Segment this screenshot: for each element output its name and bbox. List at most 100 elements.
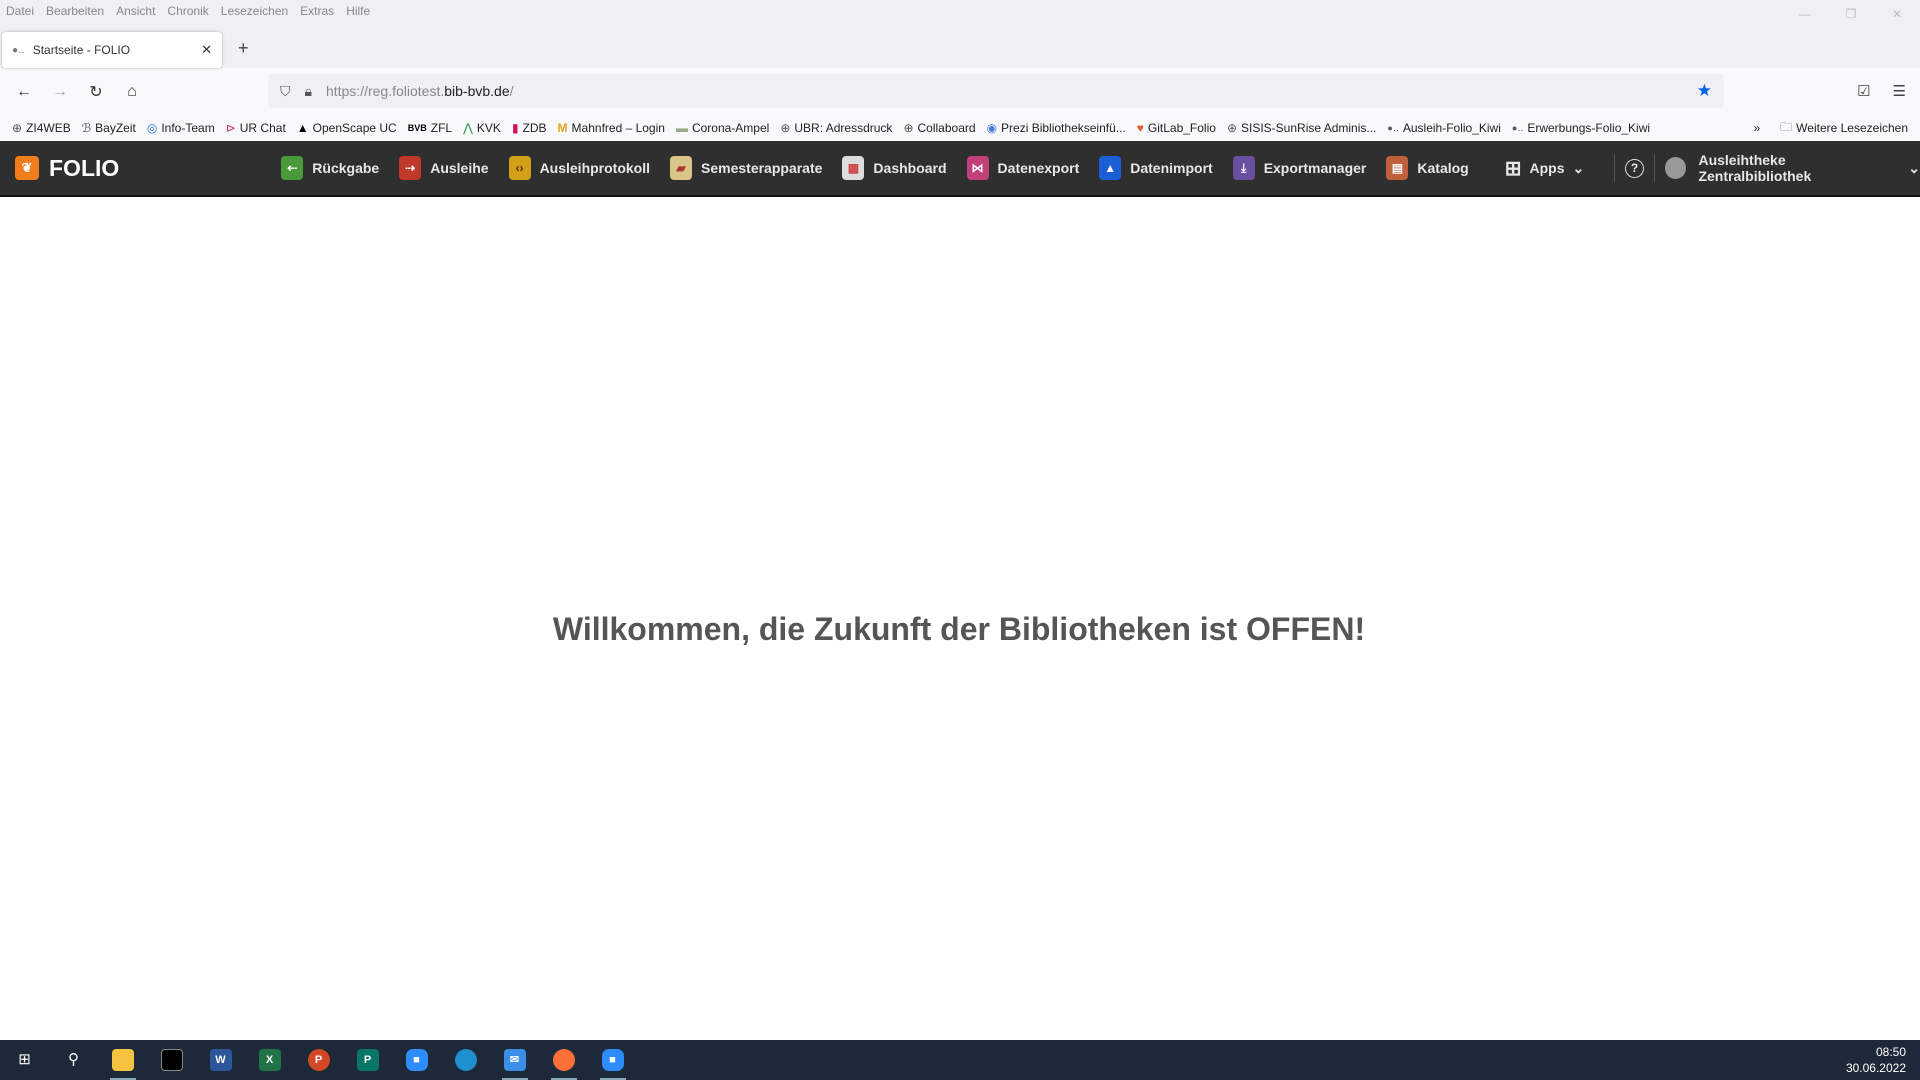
other-bookmarks-folder[interactable]: 🗀 Weitere Lesezeichen — [1780, 118, 1908, 139]
terminal-icon[interactable] — [147, 1040, 196, 1080]
bookmark-label: Corona-Ampel — [691, 121, 770, 135]
apps-menu-button[interactable]: ⊞ Apps ⌄ — [1505, 156, 1585, 181]
gitlab-icon: ♥ — [1136, 121, 1144, 135]
menu-ansicht[interactable]: Ansicht — [116, 4, 155, 18]
bookmark[interactable]: ♥ GitLab_Folio — [1137, 121, 1216, 135]
menu-datei[interactable]: Datei — [6, 4, 34, 18]
excel-icon[interactable]: X — [245, 1040, 294, 1080]
bookmark-label: OpenScape UC — [312, 121, 397, 135]
system-clock[interactable]: 08:50 30.06.2022 — [1846, 1044, 1906, 1076]
url-domain: bib-bvb.de — [444, 83, 510, 99]
tab-startseite[interactable]: ●‥ Startseite - FOLIO ✕ — [2, 32, 222, 68]
bookmark-label: BayZeit — [95, 121, 136, 135]
bookmark[interactable]: ▮ ZDB — [512, 121, 547, 135]
nav-label: Ausleihe — [430, 160, 489, 176]
main-content: Willkommen, die Zukunft der Bibliotheken… — [0, 199, 1920, 1040]
bookmark[interactable]: ⊕ ZI4WEB — [12, 121, 71, 135]
search-icon[interactable]: ⚲ — [49, 1040, 98, 1080]
firefox-icon[interactable] — [539, 1040, 588, 1080]
nav-label: Rückgabe — [312, 160, 380, 176]
mail-icon[interactable]: ✉ — [490, 1040, 539, 1080]
shield-icon[interactable]: ⛉ — [280, 83, 291, 100]
powerpoint-icon[interactable]: P — [294, 1040, 343, 1080]
bookmark[interactable]: ⊳ UR Chat — [226, 121, 286, 135]
folio-logo[interactable]: ❦ FOLIO — [15, 155, 119, 182]
bookmark[interactable]: ●‥ Erwerbungs-Folio_Kiwi — [1512, 121, 1650, 135]
bookmark[interactable]: ⊕ Collaboard — [903, 121, 975, 135]
bookmark[interactable]: ▬ Corona-Ampel — [676, 121, 769, 135]
bookmark-star-icon[interactable]: ★ — [1697, 81, 1712, 101]
nav-ausleihprotokoll[interactable]: ‹› Ausleihprotokoll — [508, 156, 650, 180]
zoom-icon[interactable]: ■ — [588, 1040, 637, 1080]
close-tab-icon[interactable]: ✕ — [201, 42, 212, 58]
hamburger-menu-icon[interactable]: ☰ — [1893, 82, 1906, 100]
bookmark[interactable]: BVB ZFL — [408, 121, 452, 135]
forward-icon[interactable]: → — [42, 83, 78, 101]
bookmark-label: UBR: Adressdruck — [794, 121, 893, 135]
nav-semesterapparate[interactable]: ▰ Semesterapparate — [670, 156, 822, 180]
nav-datenexport[interactable]: ⋈ Datenexport — [966, 156, 1079, 180]
nav-dashboard[interactable]: ▦ Dashboard — [842, 156, 947, 180]
help-icon[interactable]: ? — [1625, 158, 1644, 178]
bookmark[interactable]: ◎ Info-Team — [147, 121, 215, 135]
bvb-icon: BVB — [407, 123, 427, 133]
nav-rueckgabe[interactable]: ⇠ Rückgabe — [281, 156, 379, 180]
other-bookmarks-label: Weitere Lesezeichen — [1796, 121, 1908, 135]
menu-bearbeiten[interactable]: Bearbeiten — [46, 4, 104, 18]
clock-date: 30.06.2022 — [1845, 1061, 1906, 1075]
bayzeit-icon: ℬ — [81, 121, 92, 135]
bookmark[interactable]: ℬ BayZeit — [82, 121, 136, 135]
prezi-icon: ◉ — [986, 121, 998, 135]
back-icon[interactable]: ← — [6, 83, 42, 101]
nav-ausleihe[interactable]: ⇢ Ausleihe — [399, 156, 489, 180]
home-icon[interactable]: ⌂ — [114, 83, 150, 101]
nav-datenimport[interactable]: ▲ Datenimport — [1099, 156, 1213, 180]
globe-icon: ⊕ — [12, 121, 23, 135]
menu-hilfe[interactable]: Hilfe — [346, 4, 370, 18]
new-tab-button[interactable]: + — [238, 38, 249, 59]
file-explorer-icon[interactable] — [98, 1040, 147, 1080]
bookmark-label: GitLab_Folio — [1147, 121, 1216, 135]
taskbar: ⊞ ⚲ W X P P ■ ✉ ■ 08:50 30.06.2022 — [0, 1040, 1920, 1080]
bookmark[interactable]: M Mahnfred – Login — [558, 121, 665, 135]
bookmark[interactable]: ▲ OpenScape UC — [297, 121, 397, 135]
url-suffix: / — [509, 83, 514, 99]
grid-icon: ⊞ — [1504, 157, 1522, 180]
bookmark[interactable]: ◉ Prezi Bibliothekseinfü... — [987, 121, 1126, 135]
welcome-heading: Willkommen, die Zukunft der Bibliotheken… — [552, 611, 1366, 647]
nav-exportmanager[interactable]: ⤓ Exportmanager — [1232, 156, 1366, 180]
bookmark-label: SISIS-SunRise Adminis... — [1241, 121, 1377, 135]
url-bar[interactable]: ⛉ 🔒︎ https://reg.foliotest. bib-bvb.de / ★ — [268, 74, 1724, 108]
bookmark-label: Ausleih-Folio_Kiwi — [1402, 121, 1501, 135]
edge-icon[interactable] — [441, 1040, 490, 1080]
pocket-icon[interactable]: ☑ — [1857, 82, 1870, 100]
corona-icon: ▬ — [675, 121, 688, 135]
export-icon: ⋈ — [966, 156, 989, 180]
info-team-icon: ◎ — [146, 121, 158, 135]
bookmark-label: Erwerbungs-Folio_Kiwi — [1527, 121, 1651, 135]
menu-bar: Datei Bearbeiten Ansicht Chronik Lesezei… — [0, 0, 1920, 22]
publisher-icon[interactable]: P — [343, 1040, 392, 1080]
bookmark[interactable]: ⊕ SISIS-SunRise Adminis... — [1227, 121, 1376, 135]
menu-extras[interactable]: Extras — [300, 4, 334, 18]
menu-chronik[interactable]: Chronik — [167, 4, 208, 18]
reload-icon[interactable]: ↻ — [78, 82, 114, 102]
import-icon: ▲ — [1099, 156, 1122, 180]
menu-lesezeichen[interactable]: Lesezeichen — [221, 4, 288, 18]
nav-label: Datenimport — [1130, 160, 1213, 176]
bookmark[interactable]: ⊕ UBR: Adressdruck — [780, 121, 892, 135]
more-bookmarks-chevron-icon[interactable]: » — [1753, 121, 1760, 135]
lock-icon[interactable]: 🔒︎ — [305, 83, 312, 100]
start-windows-icon[interactable]: ⊞ — [0, 1040, 49, 1080]
user-name: Ausleihtheke Zentralbibliothek — [1698, 152, 1812, 184]
bookmark[interactable]: ⋀ KVK — [463, 121, 501, 135]
bookmark[interactable]: ●‥ Ausleih-Folio_Kiwi — [1387, 121, 1501, 135]
zoom-icon[interactable]: ■ — [392, 1040, 441, 1080]
download-icon: ⤓ — [1232, 156, 1255, 180]
bookmark-label: Mahnfred – Login — [571, 121, 665, 135]
word-icon[interactable]: W — [196, 1040, 245, 1080]
folio-logo-icon: ❦ — [15, 156, 39, 180]
chevron-down-icon: ⌄ — [1572, 159, 1585, 176]
nav-katalog[interactable]: ▤ Katalog — [1386, 156, 1469, 180]
user-menu[interactable]: Ausleihtheke Zentralbibliothek ⌄ — [1664, 152, 1920, 184]
